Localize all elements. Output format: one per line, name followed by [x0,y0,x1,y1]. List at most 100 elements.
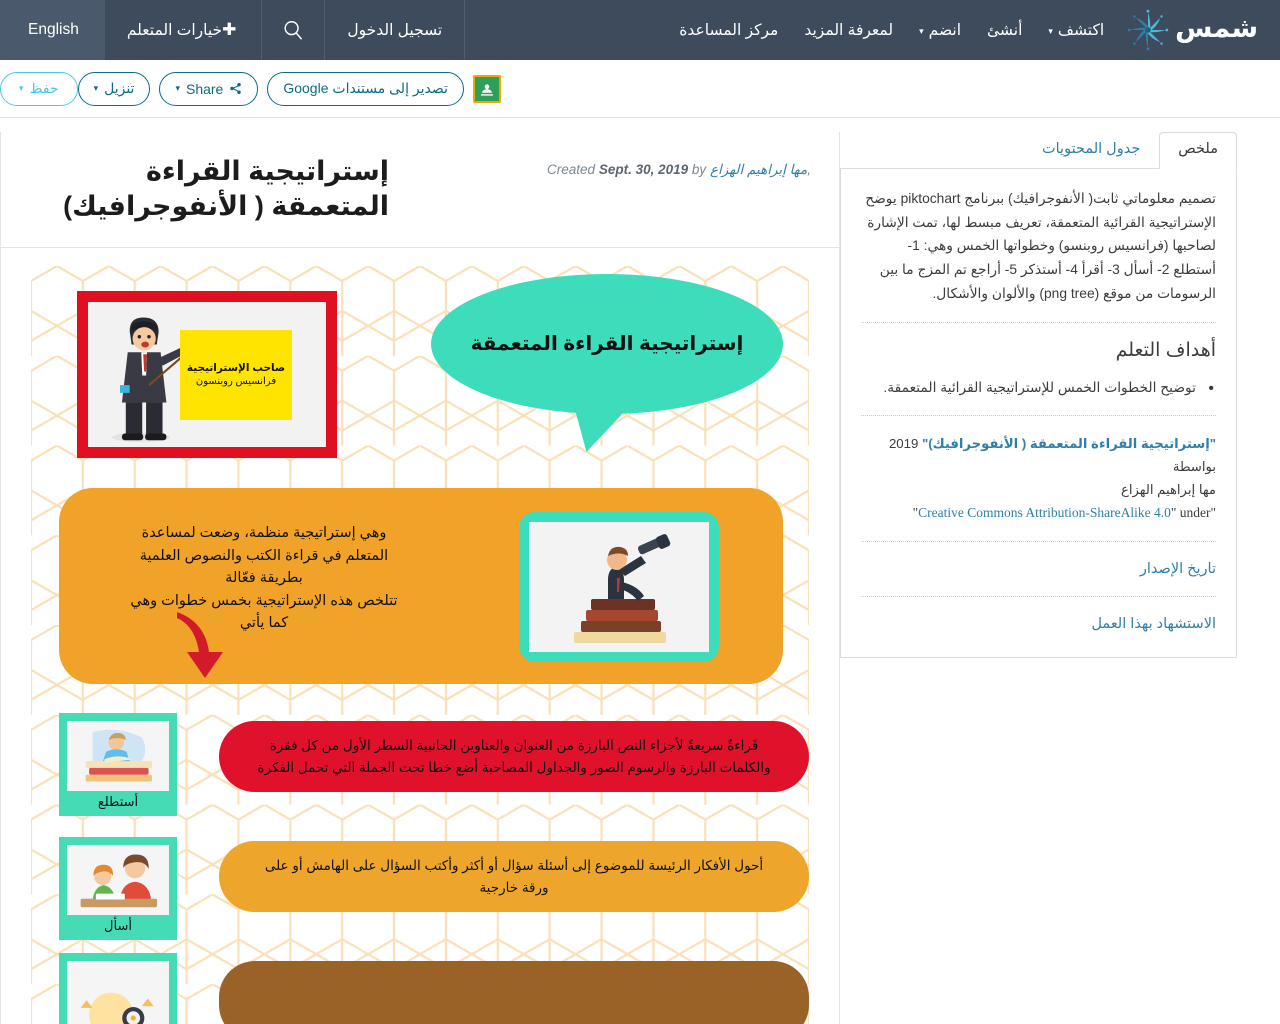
definition-line-5: كما يأتي [239,614,289,631]
export-google-docs-button[interactable]: تصدير إلى مستندات Google [267,71,464,106]
license-english-line: "Creative Commons Attribution-ShareAlike… [861,501,1216,525]
language-switch-button[interactable]: English [0,0,105,60]
sun-and-clouds-icon [67,965,169,1024]
sign-in-label: تسجيل الدخول [347,21,443,39]
step-thumb-explore: أستطلع [59,713,177,817]
top-navigation-bar: شمس اكتشف ▾ أنشئ انضم ▾ لمعرفة المزيد مر… [0,0,1280,60]
boy-reading-illustration [67,721,169,792]
step-bar-ask: أحول الأفكار الرئيسة للموضوع إلى أسئلة س… [219,841,809,913]
step-row-read [59,953,809,1024]
search-button[interactable] [262,0,326,60]
created-word: Created [547,162,596,177]
nav-item-label: لمعرفة المزيد [804,21,894,39]
language-label: English [28,21,79,38]
document-meta: Created Sept. 30, 2019 by مها إبراهيم ال… [547,154,811,178]
list-item: توضيح الخطوات الخمس للإستراتيجية القرائي… [861,375,1216,403]
share-nodes-icon [230,82,242,95]
step-ask-line-2: ورقة خارجية [479,879,549,895]
curved-down-arrow-icon [177,612,223,679]
author-link[interactable]: مها إبراهيم الهزاع [710,162,807,177]
license-author: مها إبراهيم الهزاع [1120,482,1216,498]
step-caption-ask: أسأل [104,918,132,934]
toolbar-right-group: حفظ ▾ [0,71,78,106]
summary-text: تصميم معلوماتي ثابت( الأنفوجرافيك) ببرنا… [865,191,1216,301]
save-button[interactable]: حفظ ▾ [0,71,78,106]
reading-scene-illustration [67,961,169,1024]
learner-options-button[interactable]: ✚ خيارات المتعلم [105,0,263,60]
link-cite-this-work[interactable]: الاستشهاد بهذا العمل [861,613,1216,635]
google-classroom-icon [480,83,493,96]
learning-goals-list: توضيح الخطوات الخمس للإستراتيجية القرائي… [861,375,1216,403]
primary-nav-links: اكتشف ▾ أنشئ انضم ▾ لمعرفة المزيد مركز ا… [666,0,1117,60]
share-button[interactable]: Share ▾ [159,71,259,106]
license-link[interactable]: Creative Commons Attribution-ShareAlike … [918,505,1171,520]
logo-text: شمس [1175,12,1258,43]
tab-summary[interactable]: ملخص [1159,132,1237,169]
document-panel: إستراتيجية القراءة المتعمقة ( الأنفوجراف… [0,132,840,1024]
note-line-1: صاحب الإستراتيجية [186,361,286,374]
license-quote-close: " [1170,505,1177,521]
nav-item-help-center[interactable]: مركز المساعدة [666,0,791,60]
step-row-ask: أحول الأفكار الرئيسة للموضوع إلى أسئلة س… [59,837,809,941]
download-button[interactable]: تنزيل ▾ [77,71,151,106]
sidebar-tabs: ملخص جدول المحتويات [840,132,1237,169]
page-title: إستراتيجية القراءة المتعمقة ( الأنفوجراف… [63,156,389,221]
license-year: 2019 [888,436,919,452]
link-version-history[interactable]: تاريخ الإصدار [861,558,1216,580]
site-logo[interactable]: شمس [1117,0,1280,60]
nav-item-label: مركز المساعدة [679,21,779,39]
divider [861,540,1216,542]
learning-goals-title: أهداف التعلم [1115,339,1216,361]
sidebar-card: تصميم معلوماتي ثابت( الأنفوجرافيك) ببرنا… [840,169,1237,658]
search-icon [284,21,303,40]
step-ask-line-1: أحول الأفكار الرئيسة للموضوع إلى أسئلة س… [264,858,764,874]
note-line-2: فرانسيس روبنسون [195,375,277,387]
nav-right-group: تسجيل الدخول ✚ خيارات المتعلم English [0,0,466,60]
chevron-down-icon: ▾ [175,83,180,93]
chevron-down-icon: ▾ [919,25,924,36]
license-work-title[interactable]: "إستراتيجية القراءة المتعمقة ( الأنفوجرا… [922,436,1216,451]
strategy-owner-illustration: صاحب الإستراتيجية فرانسيس روبنسون [88,302,326,448]
infographic-canvas: صاحب الإستراتيجية فرانسيس روبنسون إسترات… [31,266,809,1024]
strategy-title-bubble: إستراتيجية القراءة المتعمقة [431,274,783,415]
step-bar-read [219,961,809,1024]
nav-item-learn-more[interactable]: لمعرفة المزيد [791,0,906,60]
strategy-owner-note: صاحب الإستراتيجية فرانسيس روبنسون [180,330,292,421]
export-google-docs-label: تصدير إلى مستندات Google [283,80,448,96]
license-by-word: بواسطة [1172,459,1216,475]
definition-line-1: وهي إستراتيجية منظمة، وضعت لمساعدة [141,525,387,542]
document-header: إستراتيجية القراءة المتعمقة ( الأنفوجراف… [1,132,839,249]
document-toolbar: تصدير إلى مستندات Google Share ▾ تنزيل ▾… [0,60,1280,118]
strategy-title-text: إستراتيجية القراءة المتعمقة [470,333,744,356]
download-label: تنزيل [104,80,135,96]
strategy-owner-card: صاحب الإستراتيجية فرانسيس روبنسون [77,291,337,459]
mother-and-child-illustration [67,845,169,916]
save-label: حفظ [29,80,59,96]
nav-item-create[interactable]: أنشئ [974,0,1035,60]
tab-table-of-contents[interactable]: جدول المحتويات [1023,132,1159,169]
step-thumb-ask: أسأل [59,837,177,941]
toolbar-left-group: تصدير إلى مستندات Google Share ▾ تنزيل ▾ [77,71,525,106]
nav-item-join[interactable]: انضم ▾ [906,0,974,60]
share-label: Share [185,80,224,97]
learner-options-label: خيارات المتعلم [126,21,223,39]
created-date: Sept. 30, 2019 [598,162,689,177]
info-sidebar: ملخص جدول المحتويات تصميم معلوماتي ثابت(… [840,132,1237,1024]
boy-reading-books-icon [85,729,152,782]
definition-line-2: المتعلم في قراءة الكتب والنصوص العلمية [139,547,389,564]
infographic-content-layer: صاحب الإستراتيجية فرانسيس روبنسون إسترات… [31,266,809,1024]
sunburst-logo-icon [1127,9,1169,51]
nav-item-discover[interactable]: اكتشف ▾ [1035,0,1117,60]
nav-item-label: انضم [928,21,962,39]
sign-in-button[interactable]: تسجيل الدخول [325,0,466,60]
plus-icon: ✚ [222,20,237,39]
step-row-explore: قَراءةٌ سريعةٌ لأجزاء النص البارزة من ال… [59,713,809,817]
nav-item-label: أنشئ [987,21,1023,39]
by-word: by [691,162,707,177]
strategy-definition-panel: وهي إستراتيجية منظمة، وضعت لمساعدة المتع… [59,488,783,685]
step-caption-explore: أستطلع [97,794,139,810]
page-body: إستراتيجية القراءة المتعمقة ( الأنفوجراف… [0,118,1280,1024]
google-classroom-share-button[interactable] [472,74,501,103]
chevron-down-icon: ▾ [19,83,24,93]
